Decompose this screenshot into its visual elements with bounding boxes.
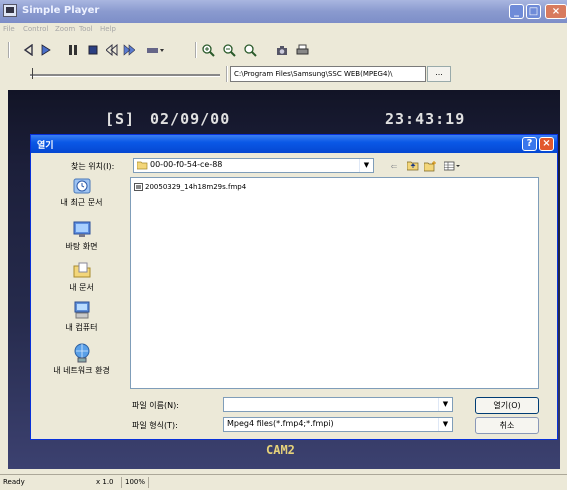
menu-zoom[interactable]: Zoom — [55, 25, 75, 33]
cancel-button[interactable]: 취소 — [475, 417, 539, 434]
seek-track[interactable] — [30, 74, 220, 77]
chevron-down-icon: ▼ — [359, 159, 373, 172]
maximize-button[interactable]: □ — [526, 4, 541, 19]
snapshot-icon[interactable] — [275, 43, 289, 57]
filetype-label: 파일 형식(T): — [132, 421, 178, 430]
minimize-button[interactable]: _ — [509, 4, 524, 19]
dialog-title: 열기 — [37, 141, 54, 151]
list-item[interactable]: 20050329_14h18m29s.fmp4 — [134, 183, 246, 191]
look-in-dropdown[interactable]: 00-00-f0-54-ce-88 ▼ — [133, 158, 374, 173]
folder-path-field[interactable]: C:\Program Files\Samsung\SSC WEB(MPEG4)\ — [230, 66, 426, 82]
browse-button[interactable]: ... — [427, 66, 451, 82]
close-button[interactable]: × — [545, 4, 567, 19]
place-recent[interactable]: 내 최근 문서 — [36, 175, 127, 208]
app-icon — [3, 4, 17, 17]
folder-icon — [137, 161, 148, 170]
app-title: Simple Player — [22, 5, 100, 16]
menu-tool[interactable]: Tool — [79, 25, 93, 33]
place-network[interactable]: 내 네트워크 환경 — [36, 343, 127, 376]
rewind-icon[interactable] — [21, 43, 35, 57]
zoom-out-icon[interactable] — [222, 43, 236, 57]
desktop-icon — [73, 221, 90, 237]
status-divider — [121, 477, 122, 488]
step-back-icon[interactable] — [105, 43, 119, 57]
seek-separator — [226, 66, 228, 82]
recent-docs-icon — [73, 178, 90, 194]
menu-control[interactable]: Control — [23, 25, 48, 33]
camera-label: CAM2 — [266, 443, 295, 457]
back-icon[interactable]: ⇐ — [387, 159, 401, 173]
menu-help[interactable]: Help — [100, 25, 116, 33]
osd-date: 02/09/00 — [150, 110, 231, 128]
app-title-bar: Simple Player _ □ × — [0, 0, 567, 23]
chevron-down-icon: ▼ — [438, 418, 452, 431]
places-bar: 내 최근 문서 바탕 화면 내 문서 내 컴퓨터 내 네트워크 환경 — [36, 175, 127, 385]
dialog-close-button[interactable]: × — [539, 137, 554, 151]
place-my-computer[interactable]: 내 컴퓨터 — [36, 300, 127, 333]
speed-dropdown-icon[interactable] — [146, 43, 166, 57]
status-divider — [148, 477, 149, 488]
seek-row: C:\Program Files\Samsung\SSC WEB(MPEG4)\… — [0, 63, 567, 89]
pause-icon[interactable] — [66, 43, 80, 57]
osd-time: 23:43:19 — [385, 110, 466, 128]
file-list[interactable]: 20050329_14h18m29s.fmp4 — [130, 177, 539, 389]
up-folder-icon[interactable] — [406, 159, 420, 173]
menu-bar: File Control Zoom Tool Help — [0, 23, 567, 36]
toolbar — [0, 37, 567, 62]
filename-label: 파일 이름(N): — [132, 401, 179, 410]
dialog-title-bar: 열기 ? × — [31, 135, 557, 153]
osd-channel: [S] — [105, 110, 136, 128]
menu-file[interactable]: File — [3, 25, 15, 33]
status-bar: Ready x 1.0 100% — [0, 474, 567, 490]
step-forward-icon[interactable] — [122, 43, 136, 57]
toolbar-grip — [8, 42, 10, 58]
print-icon[interactable] — [295, 43, 309, 57]
new-folder-icon[interactable] — [423, 159, 437, 173]
zoom-in-icon[interactable] — [201, 43, 215, 57]
look-in-label: 찾는 위치(I): — [71, 162, 115, 171]
place-desktop[interactable]: 바탕 화면 — [36, 219, 127, 252]
search-icon[interactable] — [243, 43, 257, 57]
look-in-value: 00-00-f0-54-ce-88 — [150, 160, 223, 169]
file-name: 20050329_14h18m29s.fmp4 — [145, 183, 247, 191]
network-icon — [74, 343, 89, 363]
seek-thumb[interactable] — [32, 68, 33, 79]
speed-value: x 1.0 — [96, 478, 114, 486]
help-button[interactable]: ? — [522, 137, 537, 151]
open-dialog: 열기 ? × 찾는 위치(I): 00-00-f0-54-ce-88 ▼ ⇐ 내… — [30, 134, 558, 440]
my-computer-icon — [74, 301, 89, 319]
play-icon[interactable] — [39, 43, 53, 57]
zoom-value: 100% — [125, 478, 146, 486]
filetype-dropdown[interactable]: Mpeg4 files(*.fmp4;*.fmpi) ▼ — [223, 417, 453, 432]
open-button[interactable]: 열기(O) — [475, 397, 539, 414]
toolbar-separator — [195, 42, 197, 58]
stop-icon[interactable] — [86, 43, 100, 57]
place-my-documents[interactable]: 내 문서 — [36, 260, 127, 293]
chevron-down-icon: ▼ — [438, 398, 452, 411]
status-text: Ready — [3, 478, 25, 486]
filename-field[interactable]: ▼ — [223, 397, 453, 412]
file-icon — [134, 183, 143, 191]
view-menu-icon[interactable] — [443, 159, 461, 173]
my-documents-icon — [73, 262, 90, 278]
